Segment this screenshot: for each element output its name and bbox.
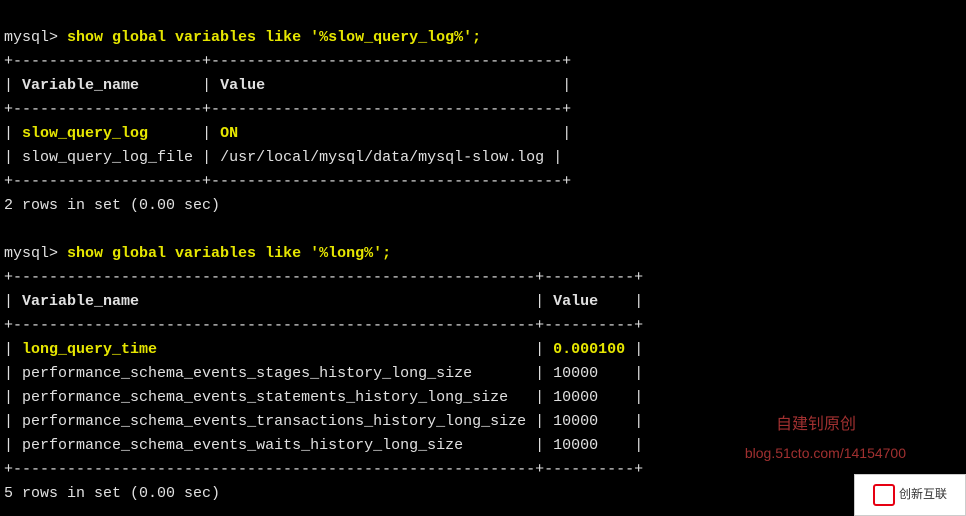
terminal-output: mysql> show global variables like '%slow… [0, 0, 966, 508]
table2-border-top: +---------------------------------------… [4, 269, 643, 286]
row1-name: slow_query_log [22, 125, 148, 142]
q2row2-value: 10000 [553, 365, 598, 382]
q2row1-name: long_query_time [22, 341, 157, 358]
row1-value: ON [220, 125, 238, 142]
q2row5-value: 10000 [553, 437, 598, 454]
q2row3-name: performance_schema_events_statements_his… [22, 389, 508, 406]
table1-border-top: +---------------------+-----------------… [4, 53, 571, 70]
q2row3-value: 10000 [553, 389, 598, 406]
table2-border-mid: +---------------------------------------… [4, 317, 643, 334]
query2-command: show global variables like '%long%'; [67, 245, 391, 262]
table2-border-bot: +---------------------------------------… [4, 461, 643, 478]
q2row1-value: 0.000100 [553, 341, 625, 358]
table1-border-bot: +---------------------+-----------------… [4, 173, 571, 190]
q2row2-name: performance_schema_events_stages_history… [22, 365, 472, 382]
q2row4-name: performance_schema_events_transactions_h… [22, 413, 526, 430]
table2-header-col2: Value [553, 293, 598, 310]
mysql-prompt[interactable]: mysql> [4, 29, 58, 46]
table1-border-mid: +---------------------+-----------------… [4, 101, 571, 118]
query2-footer: 5 rows in set (0.00 sec) [4, 485, 220, 502]
row2-name: slow_query_log_file [22, 149, 193, 166]
row2-value: /usr/local/mysql/data/mysql-slow.log [220, 149, 544, 166]
query1-command: show global variables like '%slow_query_… [67, 29, 481, 46]
mysql-prompt2[interactable]: mysql> [4, 245, 58, 262]
table2-header-col1: Variable_name [22, 293, 139, 310]
table1-header-col2: Value [220, 77, 265, 94]
query1-footer: 2 rows in set (0.00 sec) [4, 197, 220, 214]
q2row4-value: 10000 [553, 413, 598, 430]
table1-header-col1: Variable_name [22, 77, 139, 94]
q2row5-name: performance_schema_events_waits_history_… [22, 437, 463, 454]
